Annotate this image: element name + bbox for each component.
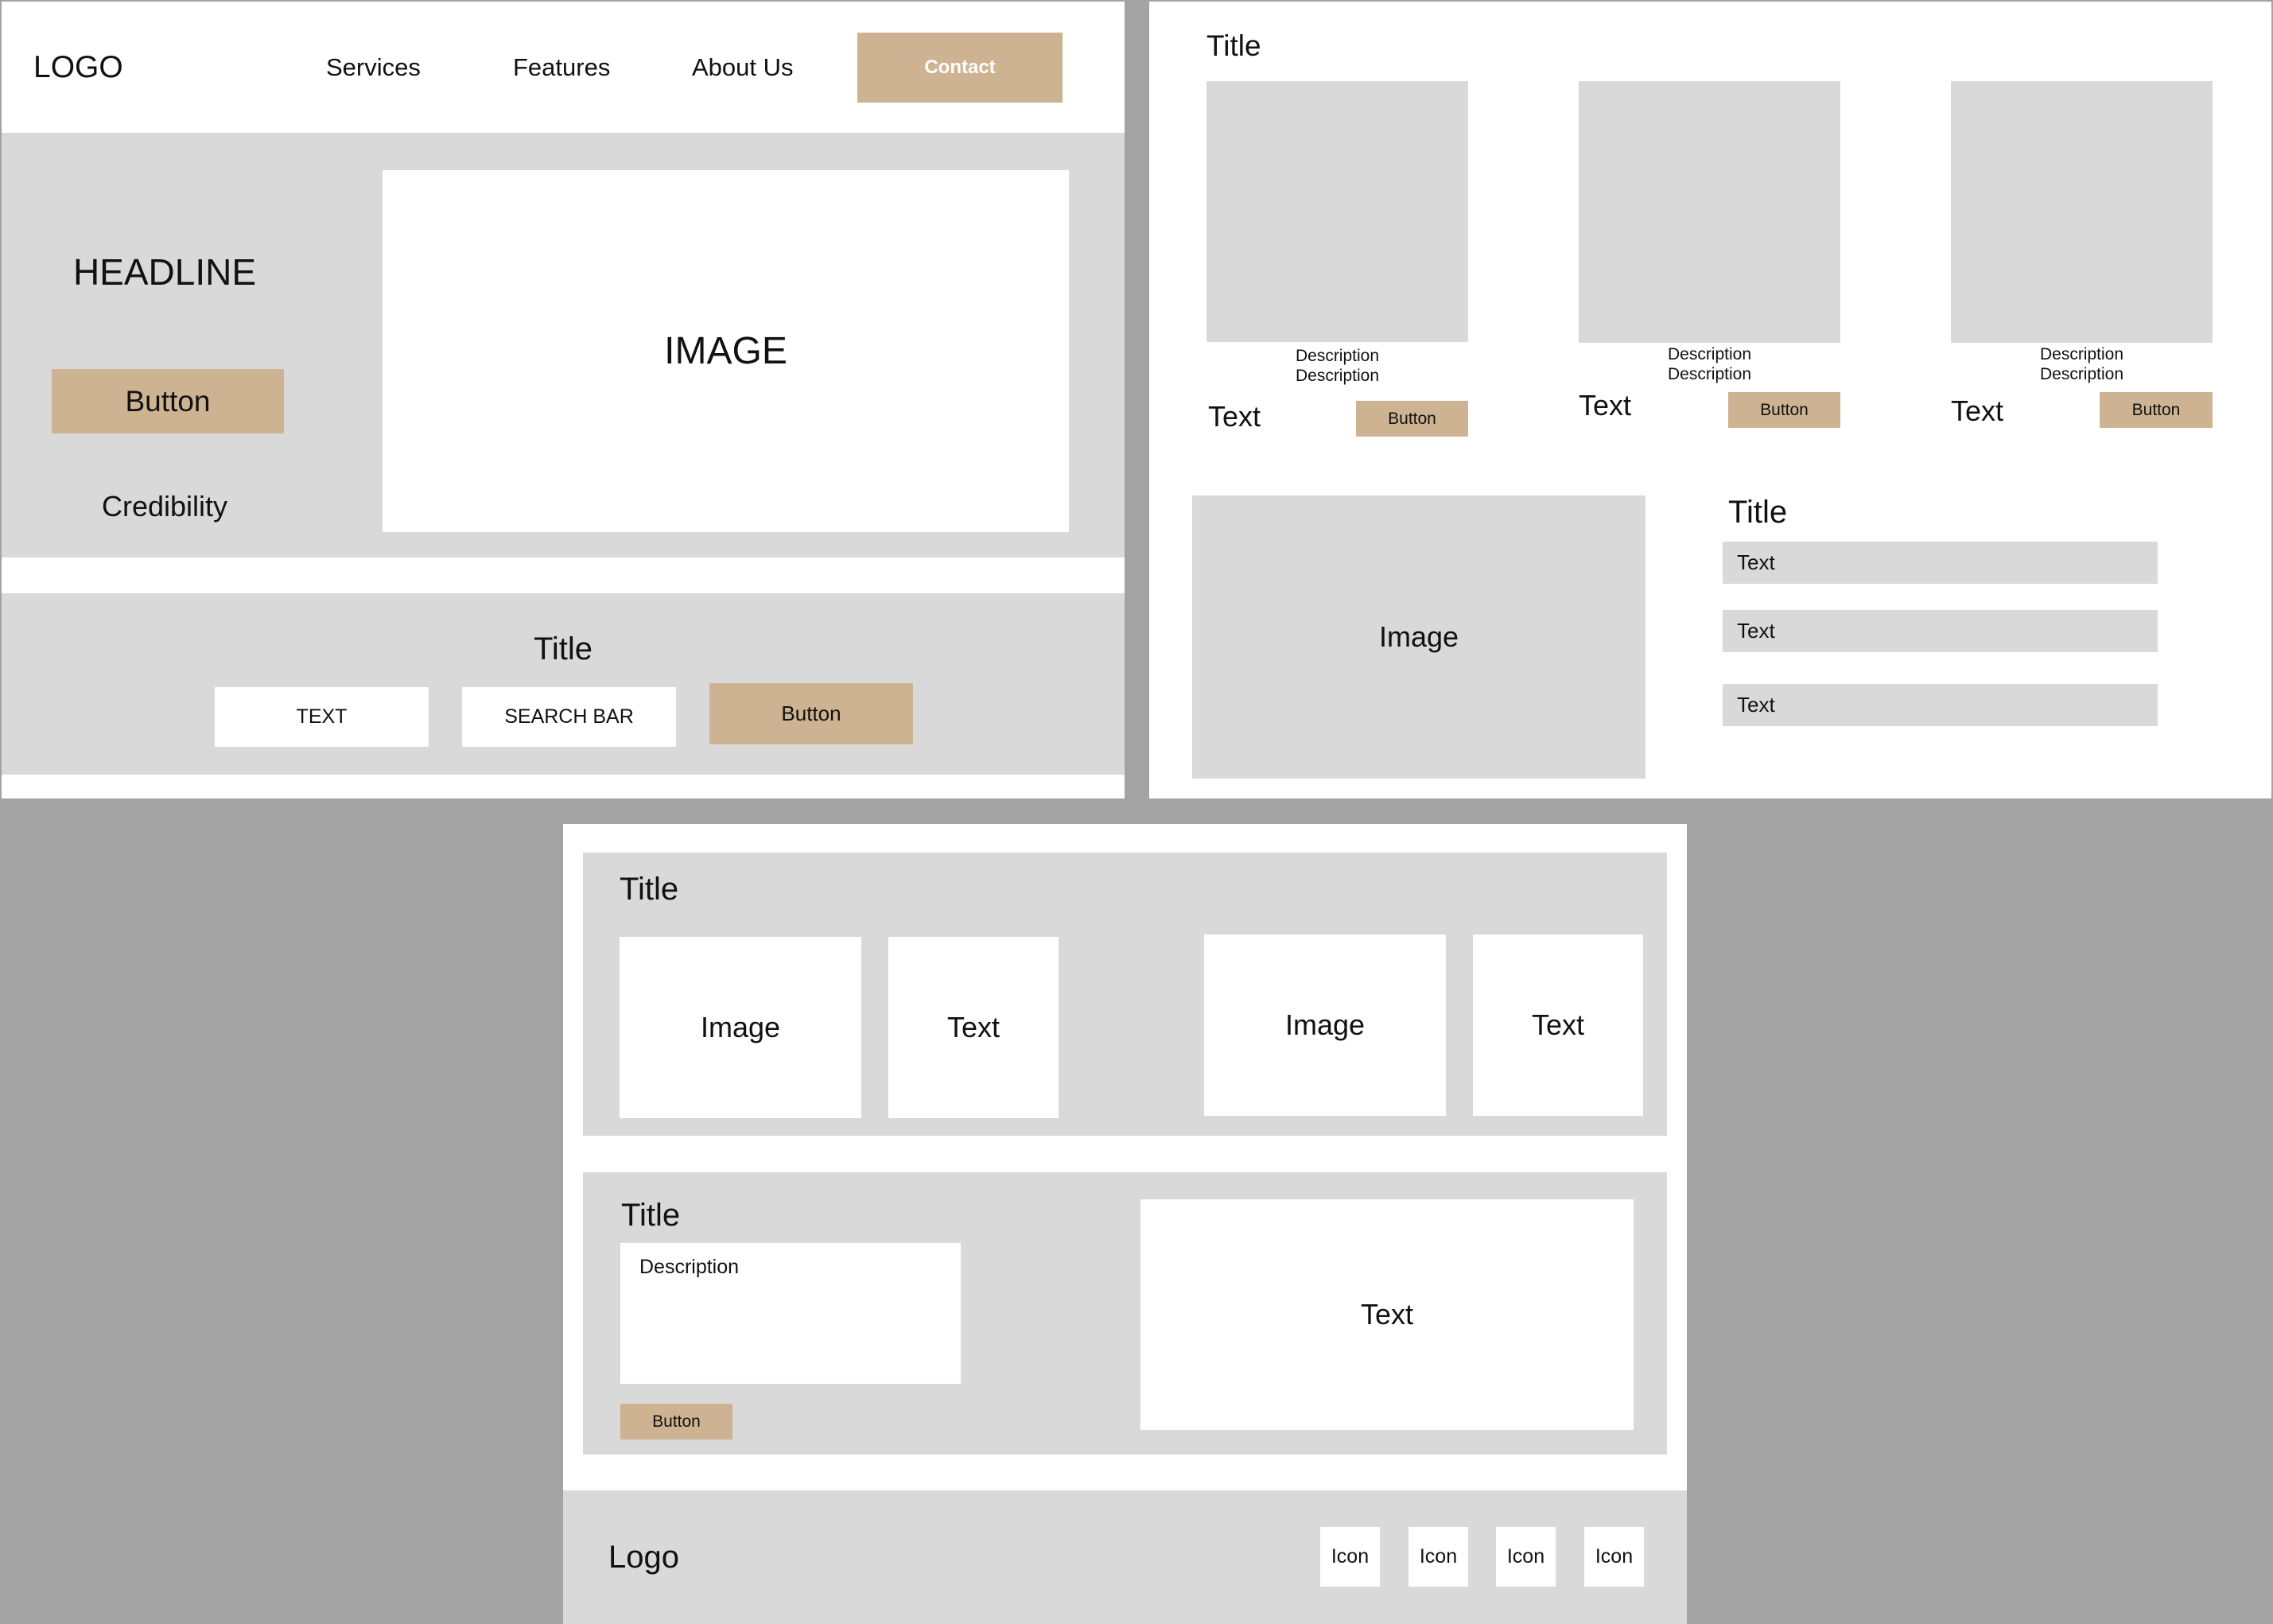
- product-button-label: Button: [1388, 409, 1436, 428]
- frame-landing-hero: LOGO Services Features About Us Contact …: [2, 2, 1125, 798]
- feature-image-placeholder: Image: [1192, 495, 1645, 779]
- hero-headline-text: HEADLINE: [72, 251, 257, 293]
- gallery-image: Image: [620, 937, 861, 1118]
- feature-text-row-label: Text: [1737, 693, 1775, 717]
- frame-content-footer: Title Image Text Image Text Title Descri…: [563, 824, 1687, 1624]
- credibility-text: Credibility: [33, 487, 296, 526]
- frame-products: Title Description Description Text Butto…: [1149, 2, 2271, 798]
- hero-image-placeholder: IMAGE: [383, 170, 1069, 532]
- feature-text-row: Text: [1723, 684, 2158, 726]
- text-input[interactable]: TEXT: [215, 687, 429, 747]
- footer-logo[interactable]: Logo: [608, 1540, 679, 1575]
- feature-title: Title: [1728, 495, 1788, 530]
- text-input-label: TEXT: [296, 705, 348, 728]
- gallery-text-label: Text: [1531, 1008, 1585, 1041]
- product-description-line: Description: [1667, 344, 1752, 363]
- info-button[interactable]: Button: [620, 1404, 732, 1439]
- product-button[interactable]: Button: [1356, 401, 1468, 437]
- product-button-label: Button: [2131, 400, 2181, 419]
- footer-social-icon[interactable]: Icon: [1496, 1527, 1556, 1587]
- product-image: [1951, 81, 2213, 343]
- gallery-text: Text: [888, 937, 1059, 1118]
- products-title: Title: [1206, 29, 1261, 62]
- product-button[interactable]: Button: [2100, 392, 2213, 428]
- contact-button-label: Contact: [924, 56, 996, 78]
- hero-cta-button[interactable]: Button: [52, 369, 284, 433]
- product-description-line: Description: [2039, 344, 2124, 363]
- product-description: Description Description: [1579, 344, 1840, 385]
- info-title: Title: [621, 1198, 681, 1233]
- feature-text-row-label: Text: [1737, 619, 1775, 643]
- footer-social-icon[interactable]: Icon: [1320, 1527, 1380, 1587]
- search-section-title: Title: [2, 627, 1125, 671]
- product-button[interactable]: Button: [1728, 392, 1840, 428]
- info-description-text: Description: [639, 1256, 740, 1278]
- feature-text-row: Text: [1723, 542, 2158, 584]
- info-button-label: Button: [652, 1412, 701, 1431]
- search-input-label: SEARCH BAR: [504, 705, 634, 728]
- product-button-label: Button: [1760, 400, 1809, 419]
- footer-icon-label: Icon: [1595, 1545, 1634, 1568]
- hero-headline: HEADLINE: [33, 244, 296, 300]
- search-input[interactable]: SEARCH BAR: [462, 687, 676, 747]
- nav-link-services[interactable]: Services: [326, 53, 421, 81]
- nav-link-features[interactable]: Features: [513, 53, 610, 81]
- gallery-image-label: Image: [700, 1011, 781, 1043]
- gallery-text-label: Text: [946, 1011, 1001, 1043]
- product-description-line: Description: [1667, 365, 1752, 383]
- product-description-line: Description: [2039, 365, 2124, 383]
- feature-image-label: Image: [1378, 620, 1459, 653]
- product-description-line: Description: [1295, 367, 1380, 385]
- footer-icon-label: Icon: [1331, 1545, 1370, 1568]
- footer-social-icon[interactable]: Icon: [1584, 1527, 1644, 1587]
- product-text: Text: [1951, 394, 2004, 427]
- product-description: Description Description: [1206, 345, 1468, 387]
- logo[interactable]: LOGO: [33, 50, 123, 85]
- footer-icon-label: Icon: [1506, 1545, 1545, 1568]
- gallery-image: Image: [1204, 934, 1446, 1116]
- nav-link-about-us[interactable]: About Us: [692, 53, 794, 81]
- product-description-line: Description: [1295, 346, 1380, 365]
- gallery-text: Text: [1473, 934, 1643, 1116]
- credibility-label: Credibility: [101, 490, 228, 523]
- feature-text-row: Text: [1723, 610, 2158, 652]
- product-text: Text: [1208, 400, 1261, 433]
- contact-button[interactable]: Contact: [857, 33, 1063, 103]
- feature-text-row-label: Text: [1737, 550, 1775, 574]
- product-image: [1579, 81, 1840, 343]
- search-section-title-text: Title: [533, 631, 593, 666]
- search-button-label: Button: [781, 701, 841, 725]
- product-text: Text: [1579, 389, 1632, 422]
- product-description: Description Description: [1951, 344, 2213, 385]
- footer-icon-label: Icon: [1419, 1545, 1458, 1568]
- hero-cta-button-label: Button: [125, 384, 211, 418]
- search-button[interactable]: Button: [709, 683, 913, 744]
- gallery-image-label: Image: [1284, 1008, 1366, 1041]
- info-text-panel-label: Text: [1360, 1298, 1414, 1331]
- gallery-title: Title: [620, 872, 679, 907]
- footer-social-icon[interactable]: Icon: [1408, 1527, 1468, 1587]
- product-image: [1206, 81, 1468, 342]
- info-text-panel: Text: [1140, 1199, 1634, 1430]
- info-description-box: Description: [620, 1243, 961, 1384]
- hero-image-label: IMAGE: [664, 330, 787, 372]
- search-section: [2, 593, 1125, 775]
